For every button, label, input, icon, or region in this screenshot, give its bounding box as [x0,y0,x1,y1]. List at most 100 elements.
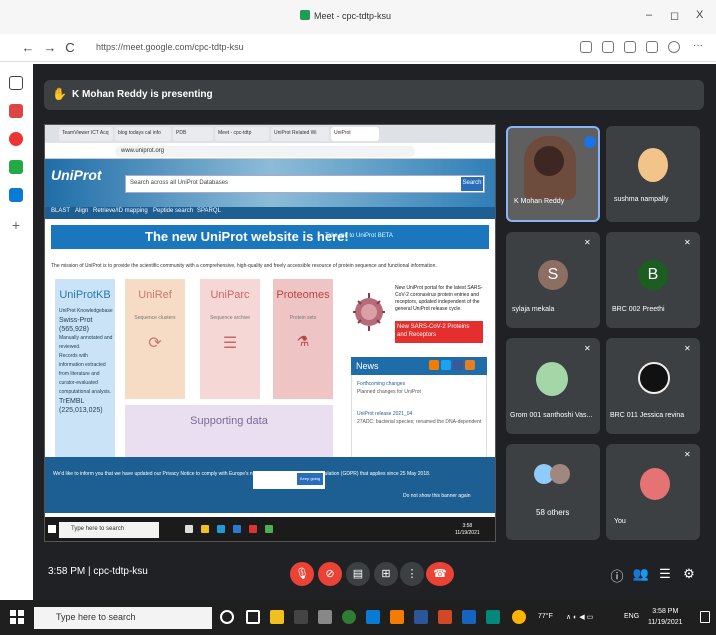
app-icon[interactable] [249,525,257,533]
uniprot-search-input[interactable]: Search across all UniProt Databases [125,175,485,193]
proteomes-card[interactable]: Proteomes Protein sets ⚗ [273,279,333,399]
taskbar-app-icon[interactable] [185,525,193,533]
covid-link-button[interactable]: New SARS-CoV-2 Proteins and Receptors [395,321,483,343]
gmail-icon[interactable] [9,104,23,118]
self-tile[interactable]: ✕ You [606,444,700,540]
uniparc-card[interactable]: UniParc Sequence archive ☰ [200,279,260,399]
task-view-icon[interactable] [246,610,260,624]
app-icon[interactable] [9,132,23,146]
inner-url[interactable]: www.uniprot.org [115,146,415,157]
participant-tile[interactable]: ✕ B BRC 002 Preethi [606,232,700,328]
list-item: Records with information extracted from … [59,353,111,395]
inner-tab[interactable]: PDB [173,127,213,141]
favorites-icon[interactable] [624,41,636,53]
camera-toggle-button[interactable]: ⊘ [318,562,342,586]
tabs-icon[interactable] [9,76,23,90]
mail-icon[interactable] [318,610,332,624]
chrome-icon[interactable] [265,525,273,533]
word-icon[interactable] [414,610,428,624]
end-call-button[interactable]: ☎ [426,562,454,586]
nav-link[interactable]: Align [75,208,88,214]
taskbar-clock[interactable]: 3:58 PM 11/19/2021 [648,606,683,628]
rss-icon[interactable] [429,360,439,370]
cortana-icon[interactable] [220,610,234,624]
list-item[interactable]: Swiss-Prot (565,928) [59,316,113,334]
windows-start-icon[interactable] [10,610,24,624]
blog-icon[interactable] [465,360,475,370]
inner-taskbar-search[interactable]: Type here to search [59,522,159,538]
back-button[interactable]: ← [20,40,36,55]
inner-tab[interactable]: Meet - cpc-tdtp [215,127,269,141]
participant-tile[interactable]: ✕ S sylaja mekala [506,232,600,328]
participant-tile[interactable]: sushma nampally [606,126,700,222]
app-icon[interactable] [486,610,500,624]
minimize-button[interactable]: – [646,9,652,21]
games-icon[interactable] [9,160,23,174]
inner-tab-active[interactable]: UniProt [331,127,379,141]
close-banner-link[interactable]: Do not show this banner again [403,493,471,499]
info-icon[interactable]: ⓘ [608,566,626,585]
nav-link[interactable]: BLAST [51,208,70,214]
uniprot-logo[interactable]: UniProt [51,167,102,183]
store-icon[interactable] [294,610,308,624]
avatar [536,362,568,396]
nav-link[interactable]: Peptide search [153,208,193,214]
url-input[interactable]: https://meet.google.com/cpc-tdtp-ksu [90,39,560,57]
add-icon[interactable]: + [9,218,23,232]
profile-icon[interactable] [668,41,680,53]
bookmark-icon[interactable] [602,41,614,53]
edge-icon[interactable] [217,525,225,533]
banner-link[interactable]: Take me to UniProt BETA [325,233,393,239]
language-indicator[interactable]: ENG [624,613,639,620]
inner-date: 11/19/2021 [455,530,480,536]
cast-icon[interactable] [580,41,592,53]
word-icon[interactable] [233,525,241,533]
explorer-icon[interactable] [201,525,209,533]
powerpoint-icon[interactable] [438,610,452,624]
bing-icon[interactable] [9,188,23,202]
captions-button[interactable]: ▤ [346,562,370,586]
forward-button[interactable]: → [42,40,58,55]
news-link[interactable]: Forthcoming changes [357,381,483,388]
activities-icon[interactable]: ⚙ [680,566,698,582]
chat-icon[interactable]: ☰ [656,566,674,582]
mic-toggle-button[interactable]: 🎙 [290,562,314,586]
file-explorer-icon[interactable] [270,610,284,624]
participant-tile-presenter[interactable]: K Mohan Reddy [506,126,600,222]
more-menu-icon[interactable]: ··· [690,40,706,51]
inner-tab[interactable]: TeamViewer ICT Acq [59,127,113,141]
collections-icon[interactable] [646,41,658,53]
hand-icon: ✋ [52,87,67,101]
weather-temp[interactable]: 77°F [538,613,553,620]
close-button[interactable]: X [696,9,703,21]
participant-tile[interactable]: ✕ Grom 001 santhoshi Vas... [506,338,600,434]
app-icon[interactable] [462,610,476,624]
weather-icon[interactable] [512,610,526,624]
system-tray-icons[interactable]: ∧ ◐ ◀ ▭ [566,613,593,621]
news-link[interactable]: UniProt release 2021_04 [357,411,483,418]
reload-button[interactable]: C [62,40,78,55]
inner-tab[interactable]: UniProt Related Wi [271,127,329,141]
twitter-icon[interactable] [441,360,451,370]
maximize-button[interactable]: ◻ [670,9,679,22]
present-button[interactable]: ⊞ [374,562,398,586]
windows-logo-icon[interactable] [48,525,56,533]
uniref-card[interactable]: UniRef Sequence clusters ⟳ [125,279,185,399]
vlc-icon[interactable] [390,610,404,624]
taskbar-search-input[interactable]: Type here to search [34,607,212,629]
people-icon[interactable]: 👥 [632,566,650,582]
edge-icon[interactable] [366,610,380,624]
facebook-icon[interactable] [453,360,463,370]
uniprot-search-button[interactable]: Search [461,177,483,191]
others-tile[interactable]: 58 others [506,444,600,540]
nav-link[interactable]: Retrieve/ID mapping [93,208,148,214]
notification-icon[interactable] [700,611,710,623]
inner-tab[interactable]: blog todays cal info [115,127,171,141]
list-item[interactable]: TrEMBL (225,013,025) [59,397,113,415]
chrome-icon[interactable] [342,610,356,624]
presenter-text: K Mohan Reddy is presenting [72,89,213,100]
participant-tile[interactable]: ✕ BRC 011 Jessica revina [606,338,700,434]
more-options-button[interactable]: ⋮ [400,562,424,586]
cookie-ok-button[interactable]: Keep going [297,473,323,485]
nav-link[interactable]: SPARQL [197,208,221,214]
